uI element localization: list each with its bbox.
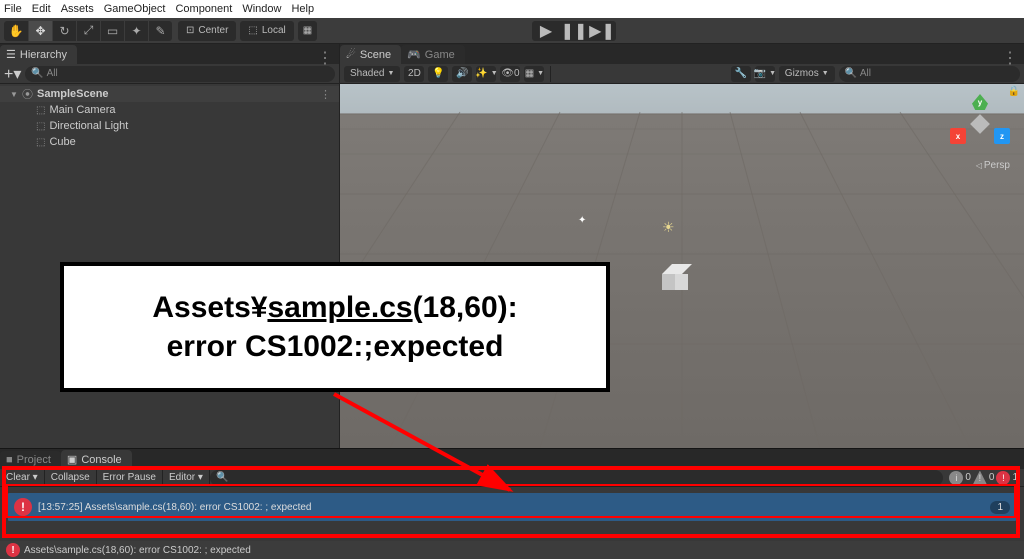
pivot-local-toggle[interactable]: ⬚Local <box>240 21 293 41</box>
scene-search[interactable]: 🔍 All <box>839 66 1020 82</box>
panel-menu-icon[interactable]: ⋮ <box>1002 48 1018 68</box>
hierarchy-item-light[interactable]: ⬚Directional Light <box>0 118 339 134</box>
folder-icon: ■ <box>6 454 13 466</box>
hierarchy-tree: ▼ ⦿ SampleScene ⋮ ⬚Main Camera ⬚Directio… <box>0 84 339 152</box>
rotate-tool[interactable]: ↻ <box>52 21 76 41</box>
row-menu-icon[interactable]: ⋮ <box>320 88 331 101</box>
search-icon: 🔍 <box>845 68 857 79</box>
scene-icon: ☄ <box>346 48 356 61</box>
center-icon: ⊡ <box>186 25 194 36</box>
project-tab[interactable]: ■Project <box>0 451 61 469</box>
status-bar[interactable]: ! Assets\sample.cs(18,60): error CS1002:… <box>0 541 1024 559</box>
orientation-gizmo[interactable]: y x z <box>950 94 1010 154</box>
scale-tool[interactable]: ⤢ <box>76 21 100 41</box>
menu-edit[interactable]: Edit <box>32 3 51 15</box>
transform-tool[interactable]: ✦ <box>124 21 148 41</box>
menu-help[interactable]: Help <box>291 3 314 15</box>
game-icon: 🎮 <box>407 48 421 61</box>
pause-button[interactable]: ❚❚ <box>560 21 588 41</box>
warn-count-icon[interactable]: ! <box>973 471 987 485</box>
console-error-row[interactable]: ! [13:57:25] Assets\sample.cs(18,60): er… <box>8 493 1016 521</box>
panel-menu-icon[interactable]: ⋮ <box>317 48 333 68</box>
scene-marker: ✦ <box>578 215 586 226</box>
fx-toggle[interactable]: ✨▼ <box>476 66 496 82</box>
scene-tab[interactable]: ☄Scene <box>340 45 401 64</box>
audio-toggle[interactable]: 🔊 <box>452 66 472 82</box>
error-pause-button[interactable]: Error Pause <box>97 469 163 487</box>
console-icon: ▣ <box>67 453 77 466</box>
step-button[interactable]: ▶❚ <box>588 21 616 41</box>
snap-toggle[interactable]: ▦ <box>298 21 317 41</box>
menu-bar: File Edit Assets GameObject Component Wi… <box>0 0 1024 18</box>
grid-toggle[interactable]: ▦▼ <box>524 66 544 82</box>
foldout-icon[interactable]: ▼ <box>10 90 18 99</box>
menu-gameobject[interactable]: GameObject <box>104 3 166 15</box>
tools-toggle[interactable]: 🔧 <box>731 66 751 82</box>
hierarchy-search[interactable]: 🔍 All <box>25 66 335 82</box>
editor-dropdown[interactable]: Editor ▾ <box>163 469 210 487</box>
console-body: ! [13:57:25] Assets\sample.cs(18,60): er… <box>0 487 1024 541</box>
move-tool[interactable]: ✥ <box>28 21 52 41</box>
error-count-icon[interactable]: ! <box>996 471 1010 485</box>
toolbar: ✋ ✥ ↻ ⤢ ▭ ✦ ✎ ⊡Center ⬚Local ▦ ▶ ❚❚ ▶❚ <box>0 18 1024 44</box>
hierarchy-icon: ☰ <box>6 48 16 61</box>
play-button[interactable]: ▶ <box>532 21 560 41</box>
play-controls: ▶ ❚❚ ▶❚ <box>532 21 616 41</box>
axis-z[interactable]: z <box>994 128 1010 144</box>
hand-tool[interactable]: ✋ <box>4 21 28 41</box>
rect-tool[interactable]: ▭ <box>100 21 124 41</box>
axis-y[interactable]: y <box>972 94 988 110</box>
transform-tools: ✋ ✥ ↻ ⤢ ▭ ✦ ✎ <box>4 21 172 41</box>
camera-toggle[interactable]: 📷▼ <box>755 66 775 82</box>
hierarchy-item-camera[interactable]: ⬚Main Camera <box>0 102 339 118</box>
cube-object[interactable] <box>662 264 688 290</box>
draw-mode-dropdown[interactable]: Shaded▼ <box>344 66 400 82</box>
lighting-toggle[interactable]: 💡 <box>428 66 448 82</box>
gameobject-icon: ⬚ <box>36 137 45 148</box>
message-counts: i0 !0 !1 <box>943 471 1024 485</box>
gameobject-icon: ⬚ <box>36 121 45 132</box>
collapse-button[interactable]: Collapse <box>45 469 97 487</box>
bottom-panel: ■Project ▣Console Clear ▾ Collapse Error… <box>0 448 1024 541</box>
console-tab[interactable]: ▣Console <box>61 450 132 469</box>
scene-root[interactable]: ▼ ⦿ SampleScene ⋮ <box>0 86 339 102</box>
hierarchy-tab[interactable]: ☰Hierarchy <box>0 45 77 64</box>
visibility-toggle[interactable]: 👁0 <box>500 66 520 82</box>
menu-assets[interactable]: Assets <box>61 3 94 15</box>
console-message: [13:57:25] Assets\sample.cs(18,60): erro… <box>38 502 311 513</box>
scene-toolbar: Shaded▼ 2D 💡 🔊 ✨▼ 👁0 ▦▼ 🔧 📷▼ Gizmos▼ 🔍 A… <box>340 64 1024 84</box>
status-error-icon: ! <box>6 543 20 557</box>
message-count-badge: 1 <box>990 501 1010 514</box>
unity-scene-icon: ⦿ <box>22 86 33 102</box>
light-gizmo-icon: ☀ <box>662 219 675 236</box>
menu-file[interactable]: File <box>4 3 22 15</box>
error-icon: ! <box>14 498 32 516</box>
axis-x[interactable]: x <box>950 128 966 144</box>
annotation-callout: Assets¥sample.cs(18,60): error CS1002:;e… <box>60 262 610 392</box>
search-icon: 🔍 <box>31 68 43 79</box>
console-toolbar: Clear ▾ Collapse Error Pause Editor ▾ 🔍 … <box>0 469 1024 487</box>
pivot-center-toggle[interactable]: ⊡Center <box>178 21 236 41</box>
2d-toggle[interactable]: 2D <box>404 66 424 82</box>
perspective-label[interactable]: ◁Persp <box>976 160 1010 171</box>
search-icon: 🔍 <box>216 472 228 483</box>
hierarchy-item-cube[interactable]: ⬚Cube <box>0 134 339 150</box>
gizmos-dropdown[interactable]: Gizmos▼ <box>779 66 835 82</box>
gameobject-icon: ⬚ <box>36 105 45 116</box>
menu-component[interactable]: Component <box>175 3 232 15</box>
info-count-icon[interactable]: i <box>949 471 963 485</box>
menu-window[interactable]: Window <box>242 3 281 15</box>
add-button[interactable]: +▾ <box>4 64 21 84</box>
custom-tool[interactable]: ✎ <box>148 21 172 41</box>
local-icon: ⬚ <box>248 25 257 36</box>
console-search[interactable]: 🔍 <box>210 470 943 486</box>
clear-button[interactable]: Clear ▾ <box>0 469 45 487</box>
game-tab[interactable]: 🎮Game <box>401 45 465 64</box>
status-text: Assets\sample.cs(18,60): error CS1002: ;… <box>24 545 251 556</box>
